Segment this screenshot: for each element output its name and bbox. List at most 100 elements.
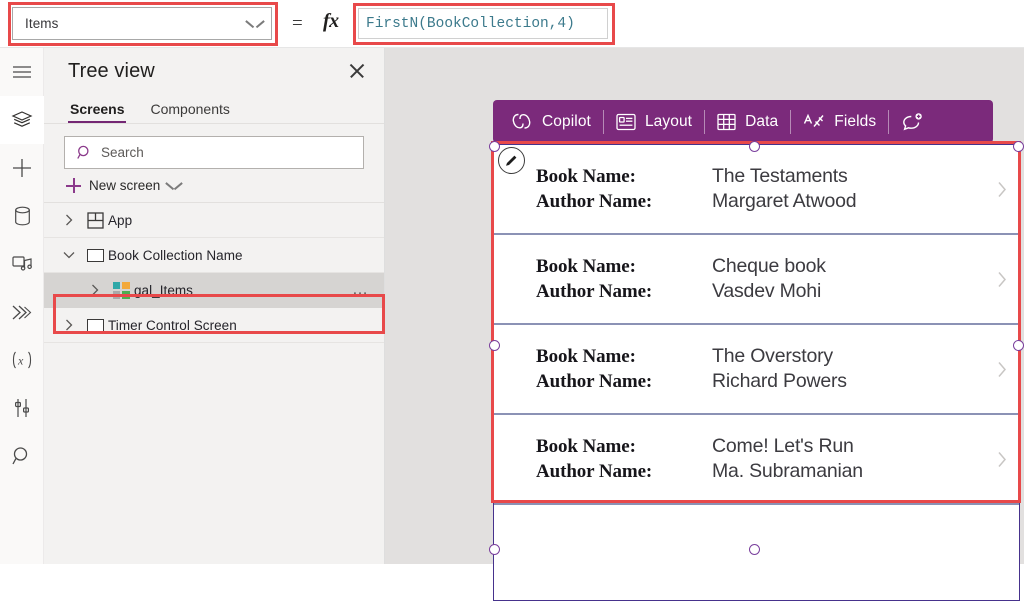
toolbar-data-button[interactable]: Data bbox=[705, 106, 790, 138]
toolbar-fields-button[interactable]: Fields bbox=[791, 106, 888, 138]
new-screen-button[interactable]: New screen bbox=[44, 169, 384, 203]
app-icon bbox=[82, 211, 108, 229]
toolbar-layout-label: Layout bbox=[644, 112, 693, 130]
fx-icon: fx bbox=[323, 10, 339, 32]
author-name-line: Author Name: Vasdev Mohi bbox=[536, 280, 985, 303]
chevron-right-icon[interactable] bbox=[82, 284, 108, 296]
chevron-down-expand-icon[interactable] bbox=[56, 251, 82, 259]
book-name-line: Book Name: The Overstory bbox=[536, 345, 985, 368]
book-name-value: The Testaments bbox=[712, 165, 848, 187]
resize-handle-bottom-left[interactable] bbox=[489, 544, 500, 555]
author-name-value: Margaret Atwood bbox=[712, 190, 857, 212]
tree-row-app[interactable]: App bbox=[44, 203, 384, 238]
author-name-label: Author Name: bbox=[536, 191, 653, 212]
tree-view-icon[interactable] bbox=[0, 96, 44, 144]
chevron-right-icon[interactable] bbox=[985, 361, 1019, 378]
screen-icon bbox=[82, 318, 108, 332]
plus-icon bbox=[66, 178, 81, 193]
search-icon bbox=[77, 145, 89, 159]
property-dropdown[interactable]: Items bbox=[12, 7, 272, 40]
gallery-icon bbox=[108, 281, 134, 299]
tree-row-label: Timer Control Screen bbox=[108, 317, 237, 333]
insert-icon[interactable] bbox=[0, 144, 44, 192]
gallery-row[interactable]: Book Name: Come! Let's Run Author Name: … bbox=[494, 415, 1019, 505]
formula-bar: Items = fx FirstN(BookCollection,4) bbox=[0, 0, 1024, 48]
book-name-label: Book Name: bbox=[536, 166, 636, 187]
fields-icon bbox=[804, 113, 824, 127]
toolbar-layout-button[interactable]: Layout bbox=[604, 106, 704, 138]
screen-icon bbox=[82, 248, 108, 262]
author-name-label: Author Name: bbox=[536, 281, 653, 302]
resize-handle-middle-left[interactable] bbox=[489, 340, 500, 351]
layout-icon bbox=[616, 113, 636, 130]
page-title: Tree view bbox=[68, 59, 155, 82]
formula-text: FirstN(BookCollection,4) bbox=[366, 15, 575, 32]
tree-row-label: gal_Items bbox=[134, 282, 193, 298]
pencil-edit-icon[interactable] bbox=[498, 147, 525, 174]
left-icon-rail: x bbox=[0, 48, 44, 564]
chevron-down-icon bbox=[167, 181, 181, 190]
gallery-row-text: Book Name: Cheque book Author Name: Vasd… bbox=[494, 255, 985, 303]
toolbar-data-label: Data bbox=[745, 112, 779, 130]
search-rail-icon[interactable] bbox=[0, 432, 44, 480]
gallery-control[interactable]: Book Name: The Testaments Author Name: M… bbox=[493, 144, 1020, 601]
gallery-row[interactable]: Book Name: The Testaments Author Name: M… bbox=[494, 145, 1019, 235]
resize-handle-top-right[interactable] bbox=[1013, 141, 1024, 152]
author-name-label: Author Name: bbox=[536, 371, 653, 392]
resize-handle-middle-right[interactable] bbox=[1013, 340, 1024, 351]
data-icon[interactable] bbox=[0, 192, 44, 240]
chevron-right-icon[interactable] bbox=[985, 181, 1019, 198]
tree-row-timer-control-screen[interactable]: Timer Control Screen bbox=[44, 308, 384, 343]
search-input[interactable]: Search bbox=[64, 136, 364, 169]
media-icon[interactable] bbox=[0, 240, 44, 288]
tree-row-gal-items[interactable]: gal_Items … bbox=[44, 273, 384, 308]
tree-row-book-collection-name[interactable]: Book Collection Name bbox=[44, 238, 384, 273]
resize-handle-top-left[interactable] bbox=[489, 141, 500, 152]
tab-screens[interactable]: Screens bbox=[68, 101, 127, 123]
tab-components[interactable]: Components bbox=[148, 101, 231, 123]
tree-row-label: App bbox=[108, 212, 133, 228]
formula-input[interactable]: FirstN(BookCollection,4) bbox=[358, 8, 608, 39]
author-name-label: Author Name: bbox=[536, 461, 653, 482]
add-comment-icon bbox=[903, 112, 923, 130]
book-name-label: Book Name: bbox=[536, 256, 636, 277]
search-placeholder: Search bbox=[101, 145, 144, 160]
svg-text:x: x bbox=[17, 354, 24, 368]
chevron-right-icon[interactable] bbox=[56, 214, 82, 226]
app-canvas: Copilot Layout Data Fields Book Name: Th… bbox=[385, 48, 1024, 601]
close-icon[interactable] bbox=[344, 58, 370, 84]
property-dropdown-value: Items bbox=[25, 16, 59, 31]
resize-handle-bottom-center[interactable] bbox=[749, 544, 760, 555]
gallery-row[interactable]: Book Name: Cheque book Author Name: Vasd… bbox=[494, 235, 1019, 325]
book-name-value: The Overstory bbox=[712, 345, 833, 367]
gallery-row[interactable]: Book Name: The Overstory Author Name: Ri… bbox=[494, 325, 1019, 415]
power-automate-icon[interactable] bbox=[0, 288, 44, 336]
more-options-icon[interactable]: … bbox=[352, 282, 370, 298]
copilot-icon bbox=[512, 113, 531, 129]
data-grid-icon bbox=[717, 113, 736, 130]
book-name-line: Book Name: Cheque book bbox=[536, 255, 985, 278]
hamburger-menu-icon[interactable] bbox=[0, 48, 44, 96]
tree-view-panel: Tree view Screens Components Search New … bbox=[44, 48, 385, 564]
resize-handle-top-center[interactable] bbox=[749, 141, 760, 152]
chevron-right-icon[interactable] bbox=[56, 319, 82, 331]
toolbar-add-comment-button[interactable] bbox=[889, 106, 935, 138]
author-name-value: Ma. Subramanian bbox=[712, 460, 863, 482]
chevron-right-icon[interactable] bbox=[985, 271, 1019, 288]
book-name-value: Come! Let's Run bbox=[712, 435, 854, 457]
author-name-line: Author Name: Margaret Atwood bbox=[536, 190, 985, 213]
author-name-value: Vasdev Mohi bbox=[712, 280, 822, 302]
toolbar-fields-label: Fields bbox=[834, 112, 877, 130]
book-name-value: Cheque book bbox=[712, 255, 826, 277]
tree-view-tabs: Screens Components bbox=[44, 94, 384, 124]
gallery-row-text: Book Name: The Testaments Author Name: M… bbox=[494, 165, 985, 213]
chevron-right-icon[interactable] bbox=[985, 451, 1019, 468]
search-row: Search bbox=[44, 124, 384, 169]
gallery-row-text: Book Name: The Overstory Author Name: Ri… bbox=[494, 345, 985, 393]
tree-view-header: Tree view bbox=[44, 48, 384, 94]
toolbar-copilot-label: Copilot bbox=[542, 112, 591, 130]
tools-icon[interactable] bbox=[0, 384, 44, 432]
toolbar-copilot-button[interactable]: Copilot bbox=[499, 106, 603, 138]
variables-icon[interactable]: x bbox=[0, 336, 44, 384]
book-name-line: Book Name: The Testaments bbox=[536, 165, 985, 188]
